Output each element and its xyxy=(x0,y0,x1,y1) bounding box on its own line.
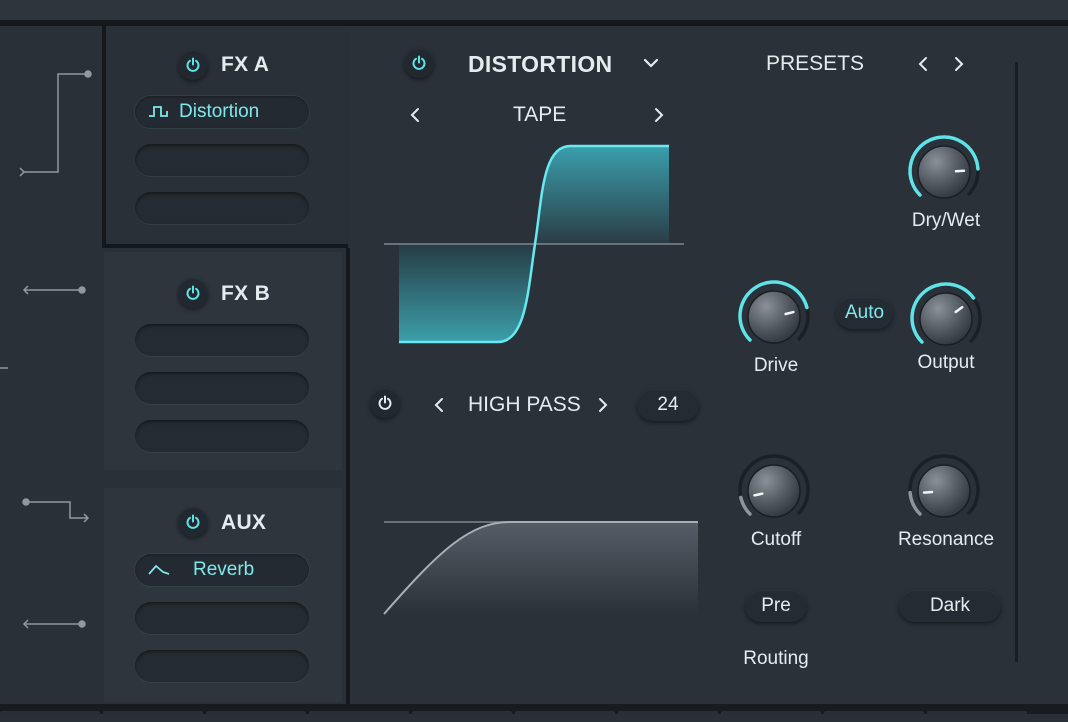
type-prev-button[interactable] xyxy=(408,106,422,129)
knob-body xyxy=(748,465,800,517)
knob-indicator xyxy=(956,171,964,172)
knob-graphic xyxy=(908,280,984,356)
fx-a-slot-1[interactable]: Distortion xyxy=(135,96,309,128)
routing-matrix-panel xyxy=(0,26,102,706)
fx-b-title: FX B xyxy=(221,282,270,306)
distortion-wave-icon xyxy=(147,102,171,122)
reverb-icon xyxy=(147,560,171,580)
knob-graphic xyxy=(736,452,812,528)
top-strip xyxy=(0,0,1068,26)
knob-indicator xyxy=(754,494,762,496)
knob-graphic xyxy=(906,133,982,209)
chevron-right-icon xyxy=(596,396,610,414)
knob-body xyxy=(748,291,800,343)
aux-title: AUX xyxy=(221,511,266,535)
power-icon xyxy=(185,514,201,530)
knob-body xyxy=(920,293,972,345)
resonance-knob[interactable] xyxy=(906,452,982,533)
filter-prev-button[interactable] xyxy=(432,396,446,419)
fx-a-slot-3[interactable] xyxy=(135,192,309,224)
panel-divider xyxy=(346,248,350,706)
fx-a-power-button[interactable] xyxy=(178,50,208,80)
preset-prev-button[interactable] xyxy=(916,55,930,78)
effect-name: DISTORTION xyxy=(468,51,612,78)
dry-wet-label: Dry/Wet xyxy=(886,210,1006,232)
knob-graphic xyxy=(906,452,982,528)
resonance-label: Resonance xyxy=(886,529,1006,551)
filter-curve-display xyxy=(380,510,702,620)
bottom-strip xyxy=(0,704,1068,714)
fx-b-slot-3[interactable] xyxy=(135,420,309,452)
fx-a-title: FX A xyxy=(221,53,269,77)
filter-curve-fill xyxy=(384,522,698,614)
drive-knob[interactable] xyxy=(736,278,812,359)
power-icon xyxy=(377,395,393,411)
chevron-left-icon xyxy=(432,396,446,414)
knob-value-arc xyxy=(741,497,750,514)
cutoff-knob[interactable] xyxy=(736,452,812,533)
presets-label: PRESETS xyxy=(766,52,864,76)
drive-label: Drive xyxy=(716,355,836,377)
routing-lines xyxy=(0,26,102,706)
power-icon xyxy=(185,57,201,73)
effect-power-button[interactable] xyxy=(404,48,434,78)
fx-b-slot-1[interactable] xyxy=(135,324,309,356)
power-icon xyxy=(411,55,427,71)
curve-fill-top xyxy=(535,146,669,244)
chevron-right-icon xyxy=(952,55,966,73)
effect-menu-button[interactable] xyxy=(642,56,660,75)
knob-body xyxy=(918,465,970,517)
distortion-type: TAPE xyxy=(513,103,566,127)
aux-slot-1[interactable]: Reverb xyxy=(135,554,309,586)
aux-slot-3[interactable] xyxy=(135,650,309,682)
fx-b-slot-2[interactable] xyxy=(135,372,309,404)
output-knob[interactable] xyxy=(908,280,984,361)
distortion-curve-display xyxy=(380,140,690,350)
chevron-right-icon xyxy=(652,106,666,124)
scrollbar-track[interactable] xyxy=(1015,62,1018,662)
chevron-left-icon xyxy=(408,106,422,124)
fx-a-slot-1-label: Distortion xyxy=(179,101,259,123)
fx-a-slot-2[interactable] xyxy=(135,144,309,176)
dark-button[interactable]: Dark xyxy=(899,590,1001,622)
aux-slot-2[interactable] xyxy=(135,602,309,634)
filter-power-button[interactable] xyxy=(370,388,400,418)
power-icon xyxy=(185,285,201,301)
dry-wet-knob[interactable] xyxy=(906,133,982,214)
type-next-button[interactable] xyxy=(652,106,666,129)
aux-slot-1-label: Reverb xyxy=(193,559,254,581)
curve-fill-bottom xyxy=(399,244,535,342)
output-label: Output xyxy=(886,352,1006,374)
auto-button[interactable]: Auto xyxy=(836,297,893,329)
chevron-down-icon xyxy=(642,56,660,70)
cutoff-label: Cutoff xyxy=(716,529,836,551)
routing-label: Routing xyxy=(716,648,836,670)
filter-type: HIGH PASS xyxy=(468,393,581,417)
filter-next-button[interactable] xyxy=(596,396,610,419)
knob-indicator xyxy=(924,492,932,493)
preset-next-button[interactable] xyxy=(952,55,966,78)
chevron-left-icon xyxy=(916,55,930,73)
aux-power-button[interactable] xyxy=(178,507,208,537)
fx-b-power-button[interactable] xyxy=(178,278,208,308)
filter-slope-button[interactable]: 24 xyxy=(637,389,699,421)
pre-button[interactable]: Pre xyxy=(745,590,807,622)
knob-graphic xyxy=(736,278,812,354)
